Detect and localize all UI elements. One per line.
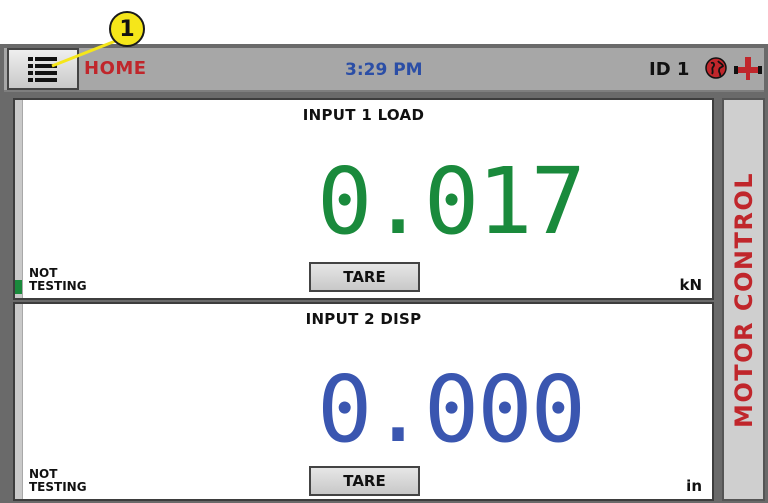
tare-button[interactable]: TARE xyxy=(309,466,420,496)
status-indicator xyxy=(15,280,22,294)
unit-label: kN xyxy=(679,276,702,294)
hamburger-list-icon xyxy=(28,57,57,82)
callout-badge: 1 xyxy=(109,11,145,47)
input-panel-load: INPUT 1 LOAD 0.017 NOT TESTING TARE kN xyxy=(13,98,714,300)
device-id: ID 1 xyxy=(649,59,690,80)
disp-reading: 0.000 xyxy=(317,356,586,463)
motor-control-label: MOTOR CONTROL xyxy=(729,171,758,428)
test-status: NOT TESTING xyxy=(29,468,87,494)
globe-icon[interactable] xyxy=(705,57,727,79)
test-status-text: NOT TESTING xyxy=(29,266,87,293)
load-reading: 0.017 xyxy=(317,148,586,255)
input-panel-disp: INPUT 2 DISP 0.000 NOT TESTING TARE in xyxy=(13,302,714,501)
tare-button[interactable]: TARE xyxy=(309,262,420,292)
plug-connector-icon xyxy=(734,57,762,80)
motor-control-button[interactable]: MOTOR CONTROL xyxy=(722,98,765,501)
input-title: INPUT 2 DISP xyxy=(305,310,422,328)
test-status: NOT TESTING xyxy=(29,267,87,293)
unit-label: in xyxy=(686,477,702,495)
test-status-text: NOT TESTING xyxy=(29,467,87,494)
screen-title: HOME xyxy=(84,58,147,79)
panel-edge xyxy=(15,100,23,298)
menu-button[interactable] xyxy=(7,48,79,90)
side-divider xyxy=(714,98,722,501)
clock-time: 3:29 PM xyxy=(345,60,423,80)
panel-edge xyxy=(15,304,23,499)
input-title: INPUT 1 LOAD xyxy=(302,106,425,124)
